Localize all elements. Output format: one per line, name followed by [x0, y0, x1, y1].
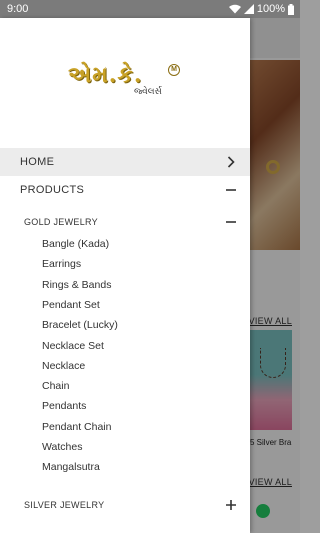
battery-icon [288, 3, 294, 15]
submenu-item[interactable]: Pendant Chain [42, 421, 111, 433]
expand-plus-icon[interactable] [224, 498, 238, 512]
chevron-right-icon [224, 155, 238, 169]
menu-item-label: HOME [20, 156, 55, 168]
logo-mark: એમ.કે. [68, 62, 143, 88]
logo-badge: M [168, 64, 180, 76]
submenu-item[interactable]: Earrings [42, 258, 81, 270]
submenu-item[interactable]: Bangle (Kada) [42, 238, 109, 250]
status-bar: 9:00 100% [0, 0, 300, 18]
submenu-item[interactable]: Watches [42, 441, 82, 453]
menu-item-label: SILVER JEWELRY [24, 500, 105, 510]
battery-percent: 100% [256, 3, 285, 15]
submenu-item[interactable]: Rings & Bands [42, 279, 111, 291]
submenu-item[interactable]: Necklace [42, 360, 85, 372]
submenu-item[interactable]: Mangalsutra [42, 461, 100, 473]
menu-item-label: PRODUCTS [20, 184, 85, 196]
wifi-icon [228, 4, 241, 14]
collapse-minus-icon[interactable] [224, 215, 238, 229]
logo-subtext: જ્વેલર્સ [134, 86, 162, 96]
brand-logo: એમ.કે. M જ્વેલર્સ [68, 62, 188, 102]
submenu-item[interactable]: Bracelet (Lucky) [42, 319, 118, 331]
collapse-minus-icon[interactable] [224, 183, 238, 197]
signal-icon [243, 4, 254, 14]
menu-item-products[interactable]: PRODUCTS [0, 176, 250, 204]
menu-item-silver-jewelry[interactable]: SILVER JEWELRY [0, 492, 250, 518]
navigation-drawer: એમ.કે. M જ્વેલર્સ HOME PRODUCTS GOLD JEW… [0, 18, 250, 533]
submenu-item[interactable]: Pendant Set [42, 299, 100, 311]
submenu-item[interactable]: Chain [42, 380, 69, 392]
submenu-item[interactable]: Necklace Set [42, 340, 104, 352]
menu-item-label: GOLD JEWELRY [24, 217, 98, 227]
status-time: 9:00 [7, 3, 29, 15]
drawer-header: એમ.કે. M જ્વેલર્સ [0, 18, 250, 148]
menu-item-home[interactable]: HOME [0, 148, 250, 176]
submenu-item[interactable]: Pendants [42, 400, 86, 412]
menu-item-gold-jewelry[interactable]: GOLD JEWELRY [0, 209, 250, 235]
